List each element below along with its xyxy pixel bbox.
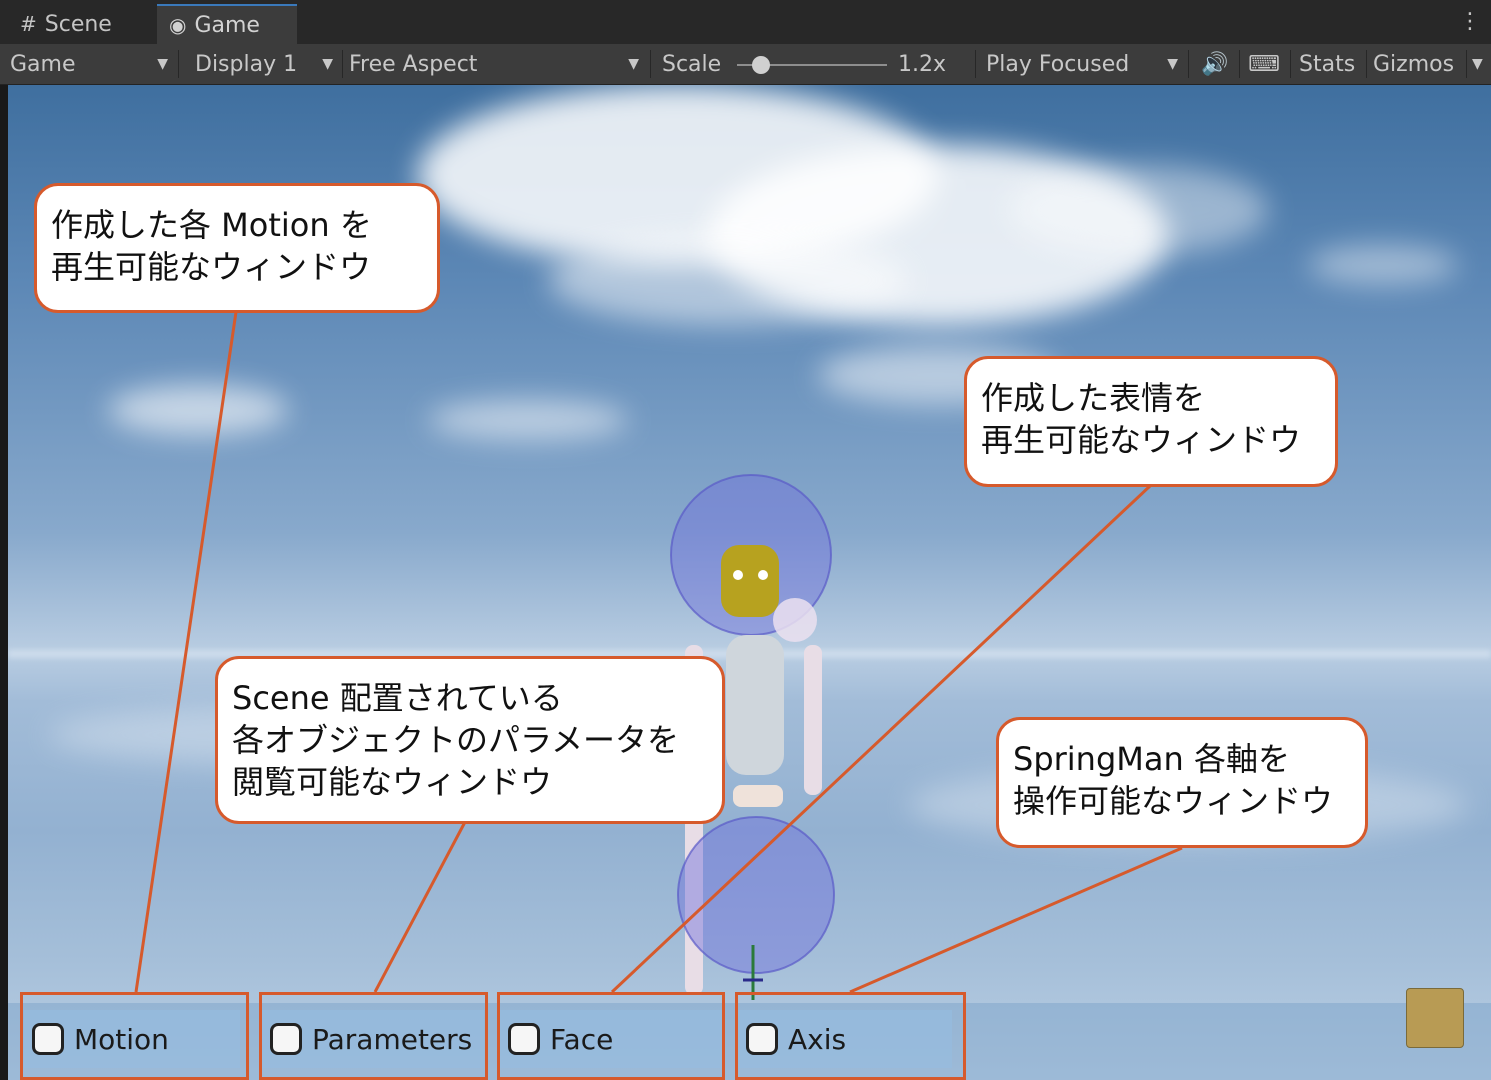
- callout-parameters-line3: 閲覧可能なウィンドウ: [232, 763, 553, 801]
- callout-connectors: [134, 311, 1183, 994]
- callout-motion: 作成した各 Motion を 再生可能なウィンドウ: [34, 183, 440, 313]
- callout-face-line2: 再生可能なウィンドウ: [981, 421, 1302, 459]
- callout-face: 作成した表情を 再生可能なウィンドウ: [964, 356, 1338, 487]
- callout-axis: SpringMan 各軸を 操作可能なウィンドウ: [996, 717, 1368, 848]
- highlight-motion: [20, 992, 249, 1080]
- console-status-icon[interactable]: [1406, 988, 1464, 1048]
- highlight-face: [497, 992, 725, 1080]
- callout-parameters-line2: 各オブジェクトのパラメータを: [232, 721, 680, 759]
- callout-motion-line1: 作成した各 Motion を: [51, 206, 372, 244]
- callout-axis-line2: 操作可能なウィンドウ: [1013, 782, 1334, 820]
- callout-parameters-line1: Scene 配置されている: [232, 679, 563, 717]
- callout-axis-line1: SpringMan 各軸を: [1013, 740, 1290, 778]
- highlight-axis: [735, 992, 966, 1080]
- callout-face-line1: 作成した表情を: [981, 379, 1206, 417]
- callout-motion-line2: 再生可能なウィンドウ: [51, 248, 372, 286]
- highlight-parameters: [259, 992, 488, 1080]
- callout-parameters: Scene 配置されている 各オブジェクトのパラメータを 閲覧可能なウィンドウ: [215, 656, 725, 824]
